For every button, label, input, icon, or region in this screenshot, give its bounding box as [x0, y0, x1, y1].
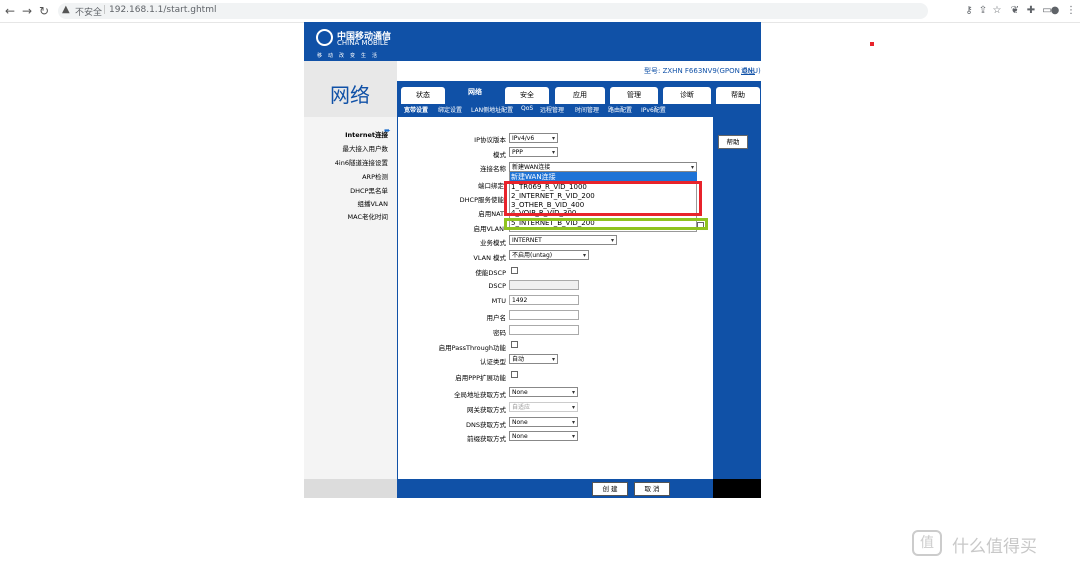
watermark-logo-icon: 值 — [912, 530, 942, 556]
subtab-time[interactable]: 时间管理 — [575, 105, 599, 114]
enable-vlan-label: 启用VLAN — [473, 225, 504, 233]
reload-icon[interactable]: ↻ — [36, 3, 52, 19]
port-binding-label: 端口绑定 — [478, 182, 504, 190]
share-icon[interactable]: ⇪ — [976, 4, 990, 18]
subtab-lan[interactable]: LAN侧地址配置 — [471, 105, 513, 114]
mtu-input[interactable]: 1492 — [509, 295, 579, 305]
section-title-box: 网络 — [304, 61, 397, 117]
service-mode-label: 业务模式 — [480, 239, 506, 247]
red-marker — [870, 42, 874, 46]
ip-version-select[interactable]: IPv4/v6 ▾ — [509, 133, 558, 143]
username-label: 用户名 — [486, 314, 507, 322]
menu-dots-icon[interactable]: ⋮ — [1064, 4, 1078, 18]
security-label: 不安全 — [75, 8, 103, 18]
extension-plant-icon[interactable]: ❦ — [1008, 4, 1022, 18]
global-addr-label: 全局地址获取方式 — [454, 391, 506, 399]
vlan-mode-select[interactable]: 不启用(untag) ▾ — [509, 250, 589, 260]
tab-management[interactable]: 管理 — [610, 87, 658, 104]
ppp-ext-checkbox[interactable] — [511, 371, 518, 378]
sidenav-max-users[interactable]: 最大接入用户数 — [308, 143, 389, 153]
subtab-remote[interactable]: 远程管理 — [540, 105, 564, 114]
subtab-binding[interactable]: 绑定设置 — [438, 105, 462, 114]
subtab-qos[interactable]: QoS — [521, 105, 533, 112]
passthrough-checkbox[interactable] — [511, 341, 518, 348]
dns-label: DNS获取方式 — [466, 421, 506, 429]
warning-icon: ▲ — [62, 4, 70, 15]
help-button[interactable]: 帮助 — [718, 135, 748, 149]
conn-name-select[interactable]: 新建WAN连接 ▾ — [509, 162, 697, 172]
green-highlight-box — [504, 218, 708, 230]
sidenav-internet[interactable]: Internet连接 — [308, 129, 388, 139]
mtu-label: MTU — [491, 297, 506, 305]
bottom-left-strip — [304, 479, 397, 498]
sidenav-multicast-vlan[interactable]: 组播VLAN — [308, 198, 388, 208]
prefix-label: 前缀获取方式 — [467, 435, 506, 443]
forward-arrow-icon[interactable]: → — [19, 3, 35, 19]
service-mode-select[interactable]: INTERNET ▾ — [509, 235, 617, 245]
dscp-label: DSCP — [488, 282, 506, 290]
dscp-enable-checkbox[interactable] — [511, 267, 518, 274]
conn-name-label: 连接名称 — [480, 165, 506, 173]
bottom-right-strip — [713, 479, 761, 498]
subtab-route[interactable]: 路由配置 — [608, 105, 632, 114]
section-title: 网络 — [330, 83, 370, 107]
red-highlight-box — [504, 181, 702, 216]
cancel-button[interactable]: 取 消 — [634, 482, 670, 496]
brand-sub: 移动改变生活 — [317, 53, 384, 59]
china-mobile-logo-icon — [316, 29, 333, 46]
star-icon[interactable]: ☆ — [990, 4, 1004, 18]
password-input[interactable] — [509, 325, 579, 335]
dscp-enable-label: 使能DSCP — [475, 269, 506, 277]
sidenav-mac-aging[interactable]: MAC老化时间 — [308, 211, 388, 221]
arrow-right-icon: ➨ — [384, 126, 391, 135]
puzzle-icon[interactable]: ✚ — [1024, 4, 1038, 18]
tab-security[interactable]: 安全 — [505, 87, 549, 104]
enable-nat-label: 启用NAT — [478, 210, 504, 218]
ppp-ext-label: 启用PPP扩展功能 — [455, 374, 506, 382]
url-text: 192.168.1.1/start.ghtml — [109, 5, 217, 15]
sidenav-arp[interactable]: ARP检测 — [308, 171, 388, 181]
vlan-mode-label: VLAN 模式 — [473, 254, 506, 262]
tab-diagnosis[interactable]: 诊断 — [663, 87, 711, 104]
subtab-broadband[interactable]: 宽带设置 — [404, 105, 428, 114]
username-input[interactable] — [509, 310, 579, 320]
create-button[interactable]: 创 建 — [592, 482, 628, 496]
address-bar[interactable]: ▲ 不安全 | 192.168.1.1/start.ghtml — [58, 3, 928, 19]
key-icon[interactable]: ⚷ — [962, 4, 976, 18]
url-separator: | — [103, 5, 107, 15]
right-column — [713, 117, 761, 479]
mode-select[interactable]: PPP ▾ — [509, 147, 558, 157]
global-addr-select[interactable]: None ▾ — [509, 387, 578, 397]
auth-type-select[interactable]: 自动 ▾ — [509, 354, 558, 364]
subtab-ipv6[interactable]: IPv6配置 — [641, 105, 666, 114]
tab-network[interactable]: 网络 — [450, 81, 500, 104]
mode-label: 模式 — [493, 151, 506, 159]
profile-avatar-icon[interactable]: ● — [1048, 4, 1062, 18]
gateway-label: 网关获取方式 — [467, 406, 506, 414]
sidenav-dhcp-blacklist[interactable]: DHCP黑名单 — [308, 185, 388, 195]
dns-select[interactable]: None ▾ — [509, 417, 578, 427]
dscp-input[interactable] — [509, 280, 579, 290]
back-arrow-icon[interactable]: ← — [2, 3, 18, 19]
gateway-select[interactable]: 自适应 ▾ — [509, 402, 578, 412]
auth-type-label: 认证类型 — [480, 358, 506, 366]
sidenav-4in6[interactable]: 4in6隧道连接设置 — [308, 157, 388, 167]
dhcp-enable-label: DHCP服务使能 — [459, 196, 504, 204]
ip-version-label: IP协议版本 — [474, 136, 506, 144]
logout-link[interactable]: 退出 — [741, 66, 755, 76]
passthrough-label: 启用PassThrough功能 — [438, 344, 506, 352]
brand-en: CHINA MOBILE — [337, 39, 389, 47]
prefix-select[interactable]: None ▾ — [509, 431, 578, 441]
password-label: 密码 — [493, 329, 506, 337]
tab-help[interactable]: 帮助 — [716, 87, 760, 104]
tab-status[interactable]: 状态 — [401, 87, 445, 104]
tab-application[interactable]: 应用 — [555, 87, 605, 104]
watermark-text: 什么值得买 — [952, 537, 1037, 557]
